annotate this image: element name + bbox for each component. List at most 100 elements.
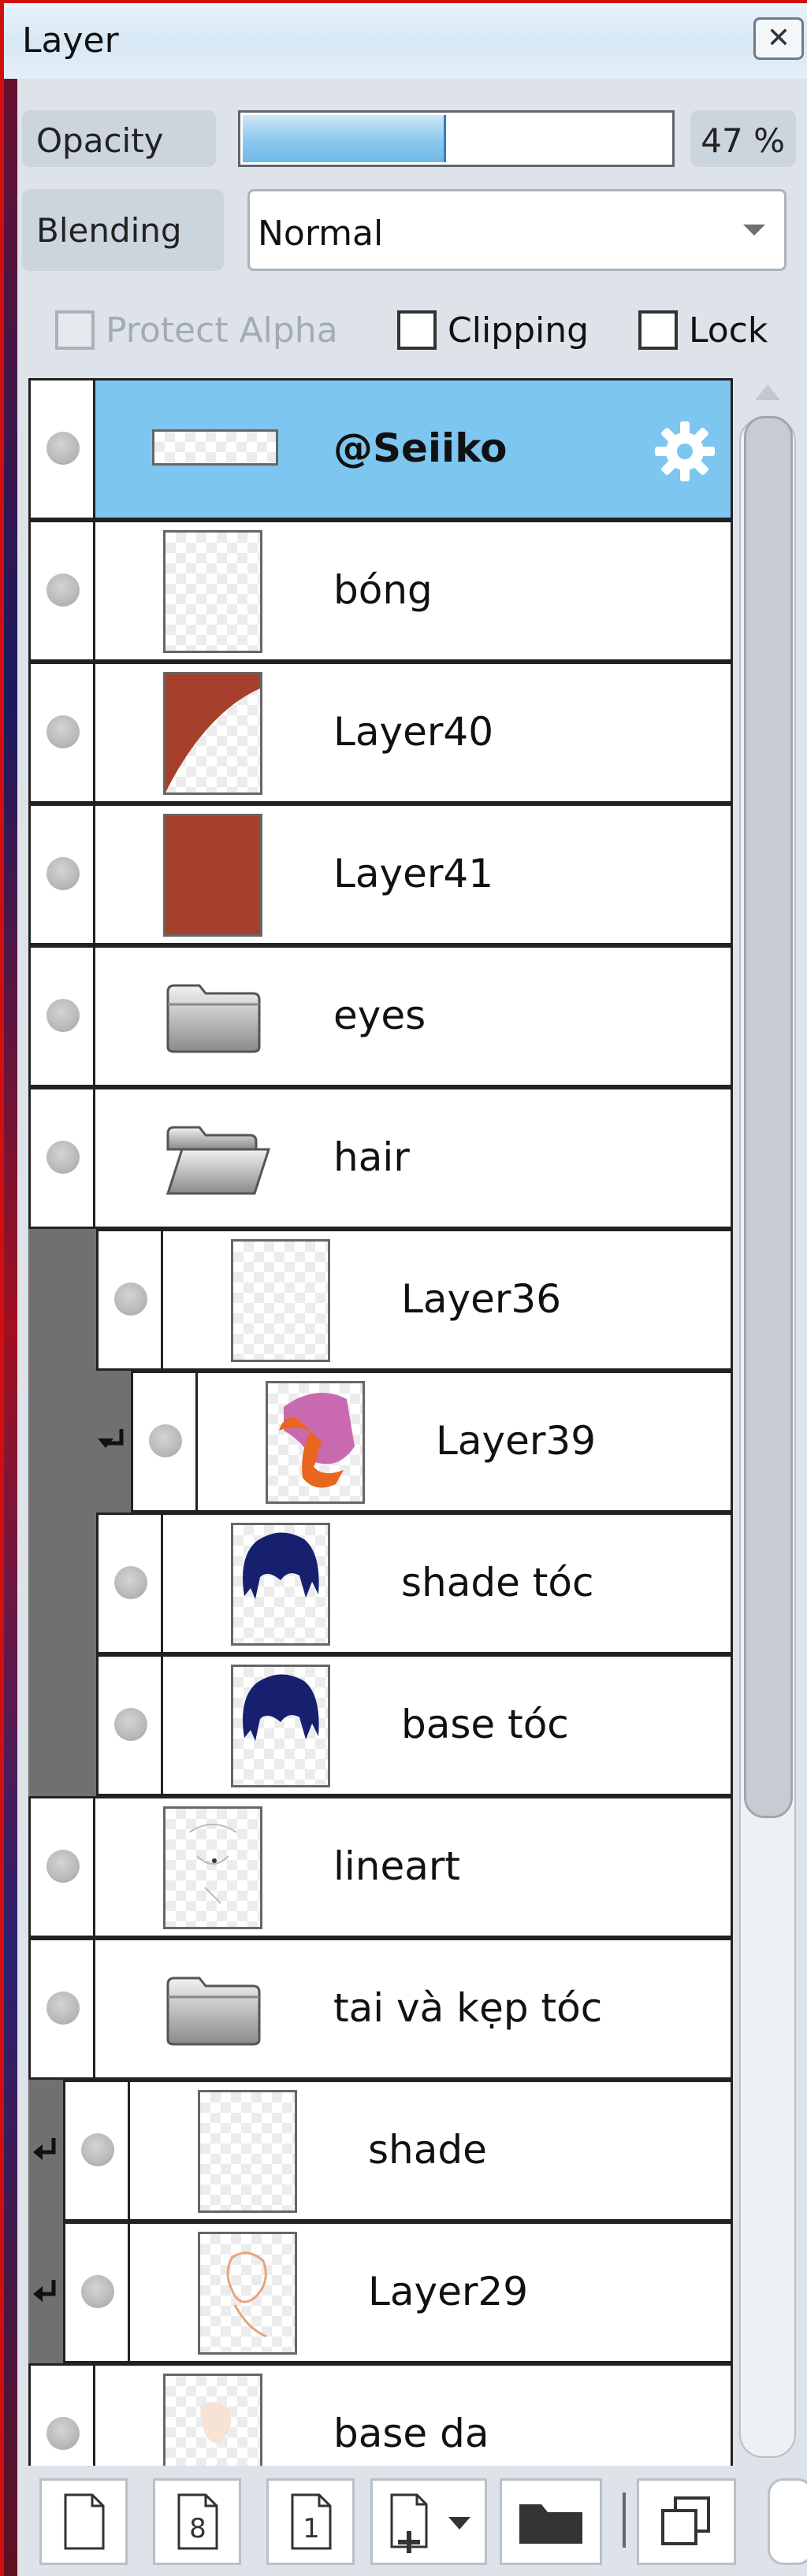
layer-row-layer41[interactable]: Layer41: [28, 804, 733, 945]
layer-thumbnail: [163, 814, 262, 937]
visibility-toggle[interactable]: [31, 1798, 95, 1936]
visibility-dot-icon: [46, 1141, 80, 1174]
layer-name: hair: [333, 1134, 410, 1180]
new-folder-button[interactable]: [500, 2478, 602, 2565]
opacity-label: Opacity: [36, 121, 164, 160]
opacity-value: 47 %: [701, 121, 785, 160]
close-button[interactable]: ✕: [753, 17, 804, 60]
toolbar-scroll-handle[interactable]: [768, 2478, 807, 2565]
layer-row-base-da[interactable]: base da: [28, 2363, 733, 2466]
clipping-label: Clipping: [448, 310, 589, 351]
layer-name: @Seiiko: [333, 425, 508, 471]
layer-thumbnail: [152, 429, 278, 466]
layer-thumbnail: [266, 1381, 365, 1504]
visibility-toggle[interactable]: [99, 1515, 163, 1652]
visibility-dot-icon: [46, 857, 80, 890]
layer-row-shade[interactable]: shade: [63, 2080, 733, 2222]
layer-row-layer39[interactable]: Layer39: [131, 1371, 733, 1513]
layer-thumbnail: [231, 1239, 330, 1362]
add-layer-menu-icon: [390, 2493, 470, 2553]
window-title: Layer: [22, 20, 119, 61]
layer-name: eyes: [333, 993, 426, 1038]
visibility-dot-icon: [46, 715, 80, 748]
visibility-toggle[interactable]: [31, 2366, 95, 2466]
layer-row-eyes[interactable]: eyes: [28, 945, 733, 1087]
visibility-dot-icon: [46, 999, 80, 1032]
folder-icon: [166, 984, 261, 1053]
layer-row-layer40[interactable]: Layer40: [28, 662, 733, 804]
background-canvas-strip: [3, 76, 17, 2576]
layer-thumbnail: [198, 2232, 297, 2355]
lock-box: [638, 310, 678, 350]
layer-row-tai-va-kep-toc[interactable]: tai và kẹp tóc: [28, 1938, 733, 2080]
layer-row-base-toc[interactable]: base tóc: [96, 1654, 733, 1796]
visibility-toggle[interactable]: [31, 522, 95, 659]
visibility-toggle[interactable]: [99, 1231, 163, 1368]
clipping-arrow-icon: [33, 2280, 56, 2302]
opacity-slider[interactable]: [238, 110, 675, 167]
add-layer-menu-button[interactable]: [370, 2478, 487, 2565]
visibility-toggle[interactable]: [99, 1657, 163, 1794]
new-1bit-layer-icon: 1: [291, 2493, 332, 2550]
visibility-toggle[interactable]: [31, 664, 95, 801]
visibility-toggle[interactable]: [133, 1373, 198, 1510]
opacity-value-box: 47 %: [690, 110, 796, 167]
scroll-up-arrow-icon[interactable]: [755, 384, 780, 400]
visibility-toggle[interactable]: [31, 1940, 95, 2077]
layer-name: Layer41: [333, 851, 494, 896]
new-1bit-layer-button[interactable]: 1: [266, 2478, 355, 2565]
gear-icon[interactable]: [652, 418, 718, 484]
lock-checkbox[interactable]: Lock: [638, 307, 796, 356]
protect-alpha-label: Protect Alpha: [106, 310, 338, 351]
thumbnail-art: [165, 674, 260, 792]
layer-thumbnail: [163, 530, 262, 653]
layer-row-seiiko[interactable]: @Seiiko: [28, 378, 733, 520]
new-8bit-layer-button[interactable]: 8: [153, 2478, 241, 2565]
visibility-toggle[interactable]: [31, 948, 95, 1085]
visibility-toggle[interactable]: [65, 2082, 130, 2219]
lock-label: Lock: [689, 310, 768, 351]
new-8bit-glyph: 8: [189, 2513, 206, 2544]
visibility-toggle[interactable]: [65, 2224, 130, 2361]
layer-name: Layer29: [368, 2269, 529, 2314]
layer-row-shade-toc[interactable]: shade tóc: [96, 1513, 733, 1654]
layer-thumbnail: [163, 1806, 262, 1929]
visibility-toggle[interactable]: [31, 806, 95, 943]
layer-name: Layer36: [401, 1276, 562, 1322]
layer-row-layer29[interactable]: Layer29: [63, 2222, 733, 2363]
visibility-toggle[interactable]: [31, 1089, 95, 1227]
folder-indent-hair: [28, 1229, 96, 1796]
clipping-box: [397, 310, 437, 350]
layer-row-layer36[interactable]: Layer36: [96, 1229, 733, 1371]
new-layer-button[interactable]: [39, 2478, 128, 2565]
layer-thumbnail: [231, 1665, 330, 1787]
layer-thumbnail: [198, 2090, 297, 2213]
clipping-checkbox[interactable]: Clipping: [397, 307, 602, 356]
thumbnail-art: [243, 1674, 319, 1741]
new-layer-icon: [64, 2493, 105, 2550]
duplicate-layer-button[interactable]: [637, 2478, 736, 2565]
folder-icon: [166, 1977, 261, 2046]
thumbnail-art: [279, 1393, 355, 1488]
visibility-dot-icon: [46, 432, 80, 465]
scrollbar-thumb[interactable]: [744, 416, 793, 1818]
blending-label-box: Blending: [22, 189, 224, 271]
layer-row-bong[interactable]: bóng: [28, 520, 733, 662]
thumbnail-art: [243, 1532, 319, 1599]
visibility-dot-icon: [81, 2133, 114, 2166]
layer-name: base tóc: [401, 1702, 569, 1747]
blending-value: Normal: [258, 213, 384, 254]
layer-list-scrollbar[interactable]: [733, 378, 801, 2466]
toolbar-separator: [623, 2492, 626, 2548]
visibility-toggle[interactable]: [31, 380, 95, 518]
protect-alpha-box: [55, 310, 95, 350]
chevron-down-icon: [743, 225, 765, 236]
clipping-arrow-icon: [98, 1429, 124, 1448]
blending-select[interactable]: Normal: [247, 189, 787, 271]
visibility-dot-icon: [149, 1424, 182, 1457]
protect-alpha-checkbox[interactable]: Protect Alpha: [55, 307, 355, 356]
layer-name: Layer39: [436, 1418, 597, 1464]
opacity-label-box: Opacity: [22, 110, 216, 167]
layer-row-hair[interactable]: hair: [28, 1087, 733, 1229]
layer-row-lineart[interactable]: lineart: [28, 1796, 733, 1938]
